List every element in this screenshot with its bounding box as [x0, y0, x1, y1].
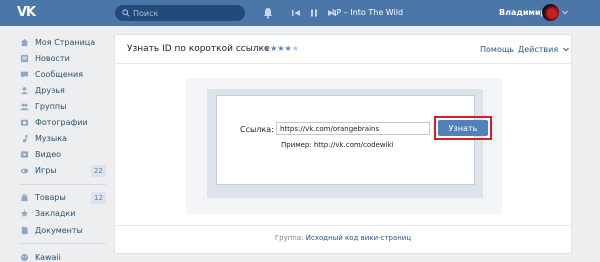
goods-count-badge: 12 — [91, 191, 106, 204]
sidebar-item-label: Видео — [35, 150, 62, 160]
sidebar-item-photos[interactable]: Фотографии — [20, 114, 106, 130]
chevron-down-icon[interactable] — [562, 10, 568, 15]
documents-icon — [21, 226, 28, 234]
sidebar-item-games[interactable]: Игры 22 — [20, 163, 106, 179]
card-footer: Группа: Исходный код вики-страниц — [115, 225, 571, 253]
footer-prefix: Группа: — [274, 234, 304, 242]
sidebar-item-label: Друзья — [35, 85, 65, 95]
sidebar-item-label: Товары — [35, 193, 66, 203]
sidebar-item-video[interactable]: Видео — [20, 147, 106, 163]
actions-label: Действия — [518, 45, 559, 54]
chevron-down-icon — [562, 47, 569, 52]
sidebar-item-documents[interactable]: Документы — [20, 222, 106, 238]
sidebar-item-my-page[interactable]: Моя Страница — [20, 34, 106, 50]
search-icon — [122, 9, 130, 17]
sidebar-divider — [20, 243, 106, 245]
search-box[interactable] — [115, 5, 245, 21]
card-header: Узнать ID по короткой ссылке ★★★★★ Помощ… — [115, 35, 571, 64]
sidebar-item-label: Игры — [35, 166, 57, 176]
sidebar-item-label: Kawaii — [35, 252, 61, 262]
groups-icon — [20, 103, 29, 111]
bookmarks-icon — [20, 210, 29, 218]
link-input[interactable] — [276, 122, 430, 135]
page-title: Узнать ID по короткой ссылке — [127, 44, 270, 54]
friends-icon — [21, 86, 28, 94]
photos-icon — [20, 119, 29, 126]
help-link[interactable]: Помощь — [480, 45, 514, 54]
sidebar-item-label: Сообщения — [35, 69, 84, 79]
lookup-form: Ссылка: Узнать Пример: http://vk.com/cod… — [216, 95, 492, 185]
sidebar-item-bookmarks[interactable]: Закладки — [20, 206, 106, 222]
sidebar-item-label: Музыка — [35, 134, 67, 144]
demo-window: Ссылка: Узнать Пример: http://vk.com/cod… — [207, 89, 492, 198]
sidebar-item-label: Закладки — [35, 209, 76, 219]
link-label: Ссылка: — [240, 125, 274, 134]
audio-player-controls — [291, 7, 337, 19]
previous-track-icon[interactable] — [291, 8, 301, 18]
sidebar: Моя Страница Новости Сообщения Друзья Гр… — [20, 34, 106, 262]
sidebar-item-groups[interactable]: Группы — [20, 98, 106, 114]
sidebar-item-kawaii[interactable]: Kawaii — [20, 249, 106, 262]
search-input[interactable] — [133, 5, 241, 21]
news-icon — [20, 54, 29, 62]
wiki-page-card: Узнать ID по короткой ссылке ★★★★★ Помощ… — [114, 34, 572, 254]
app-icon — [20, 253, 29, 261]
sidebar-item-news[interactable]: Новости — [20, 50, 106, 66]
notifications-bell-icon[interactable] — [262, 7, 274, 19]
username[interactable]: Владимир — [499, 7, 546, 19]
sidebar-item-messages[interactable]: Сообщения — [20, 66, 106, 82]
now-playing-track[interactable]: LP – Into The Wild — [332, 7, 403, 19]
sidebar-item-label: Группы — [35, 101, 67, 111]
source-code-link[interactable]: Исходный код вики-страниц — [306, 234, 411, 242]
avatar[interactable] — [542, 4, 559, 21]
demo-frame: Ссылка: Узнать Пример: http://vk.com/cod… — [186, 78, 502, 214]
example-text: Пример: http://vk.com/codewiki — [281, 141, 394, 149]
video-icon — [20, 151, 29, 158]
games-icon — [20, 168, 29, 174]
find-id-button[interactable]: Узнать — [438, 120, 488, 136]
rating-stars[interactable]: ★★★★★ — [263, 44, 299, 53]
games-count-badge: 22 — [91, 164, 106, 177]
sidebar-item-label: Моя Страница — [35, 37, 96, 47]
sidebar-item-music[interactable]: Музыка — [20, 131, 106, 147]
sidebar-item-label: Документы — [35, 225, 83, 235]
sidebar-item-label: Новости — [35, 53, 70, 63]
pause-icon[interactable] — [309, 8, 319, 18]
button-highlight-frame: Узнать — [434, 116, 492, 140]
messages-icon — [20, 71, 29, 78]
sidebar-divider — [20, 183, 106, 185]
vk-logo[interactable]: VK — [17, 6, 37, 20]
music-icon — [22, 135, 29, 143]
goods-icon — [21, 194, 28, 202]
sidebar-item-label: Фотографии — [35, 118, 88, 128]
sidebar-item-goods[interactable]: Товары 12 — [20, 190, 106, 206]
actions-menu[interactable]: Действия — [518, 45, 569, 54]
sidebar-item-friends[interactable]: Друзья — [20, 82, 106, 98]
home-icon — [20, 38, 29, 46]
top-bar: VK LP – Into The Wild Владимир — [0, 0, 600, 26]
